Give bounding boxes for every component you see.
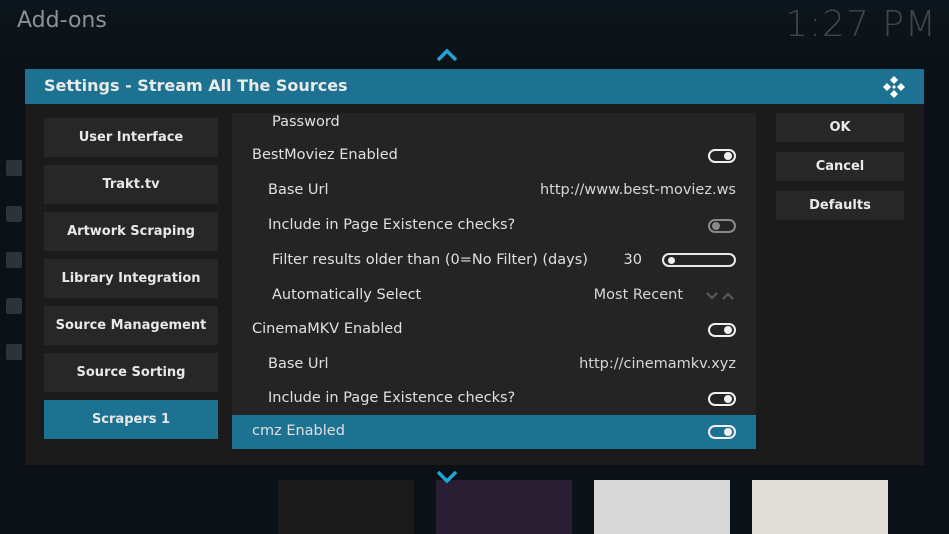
setting-cmz-enabled[interactable]: cmz Enabled [232,415,756,449]
setting-page-existence-checks[interactable]: Include in Page Existence checks? [232,382,756,416]
dialog-header: Settings - Stream All The Sources [25,69,924,104]
settings-list: Password BestMoviez Enabled Base Url htt… [232,113,756,449]
category-user-interface[interactable]: User Interface [44,118,218,157]
toggle-switch[interactable] [708,149,736,163]
defaults-button[interactable]: Defaults [776,191,904,220]
setting-automatically-select[interactable]: Automatically Select Most Recent [232,279,756,313]
setting-cinemamkv-enabled[interactable]: CinemaMKV Enabled [232,313,756,347]
poster-tile [752,480,888,534]
category-source-management[interactable]: Source Management [44,306,218,345]
toggle-switch[interactable] [708,219,736,233]
category-trakt[interactable]: Trakt.tv [44,165,218,204]
setting-label: CinemaMKV Enabled [252,321,403,337]
poster-tile [436,480,572,534]
scroll-down-arrow-icon[interactable] [436,470,458,484]
slider-control[interactable] [662,253,736,267]
tools-icon [6,252,22,268]
setting-value: http://cinemamkv.xyz [579,356,736,372]
category-list: User Interface Trakt.tv Artwork Scraping… [44,118,218,447]
category-source-sorting[interactable]: Source Sorting [44,353,218,392]
category-artwork-scraping[interactable]: Artwork Scraping [44,212,218,251]
setting-label: Password [272,114,340,130]
setting-label: cmz Enabled [252,423,345,439]
toggle-switch[interactable] [708,425,736,439]
cancel-button[interactable]: Cancel [776,152,904,181]
setting-value: http://www.best-moviez.ws [539,182,736,198]
category-library-integration[interactable]: Library Integration [44,259,218,298]
spinner-arrows-icon[interactable] [706,290,736,302]
music-icon [6,206,22,222]
background-title: Add-ons [17,8,107,33]
settings-gear-icon [6,344,22,360]
pictures-icon [6,298,22,314]
setting-label: Filter results older than (0=No Filter) … [272,252,588,268]
poster-tile [278,480,414,534]
slider-value: 30 [623,252,642,268]
clock: 1:27 PM [784,4,937,45]
setting-label: BestMoviez Enabled [252,147,398,163]
dialog-title: Settings - Stream All The Sources [44,76,348,95]
scroll-up-arrow-icon[interactable] [436,48,458,62]
toggle-switch[interactable] [708,392,736,406]
background-poster-row [0,466,949,534]
background-sidebar-icons [6,160,22,390]
setting-value: Most Recent [593,287,683,303]
category-scrapers-1[interactable]: Scrapers 1 [44,400,218,439]
setting-label: Include in Page Existence checks? [268,217,516,233]
setting-base-url[interactable]: Base Url http://www.best-moviez.ws [232,174,756,208]
setting-page-existence-checks[interactable]: Include in Page Existence checks? [232,209,756,243]
settings-dialog: Settings - Stream All The Sources User I… [25,69,924,465]
movies-icon [6,160,22,176]
setting-bestmoviez-enabled[interactable]: BestMoviez Enabled [232,139,756,173]
kodi-logo-icon [883,76,905,98]
toggle-switch[interactable] [708,323,736,337]
setting-label: Include in Page Existence checks? [268,390,516,406]
setting-label: Automatically Select [272,287,422,303]
setting-label: Base Url [268,356,329,372]
ok-button[interactable]: OK [776,113,904,142]
poster-tile [594,480,730,534]
setting-base-url[interactable]: Base Url http://cinemamkv.xyz [232,348,756,382]
setting-filter-results[interactable]: Filter results older than (0=No Filter) … [232,244,756,278]
setting-label: Base Url [268,182,329,198]
dialog-buttons: OK Cancel Defaults [776,113,904,230]
